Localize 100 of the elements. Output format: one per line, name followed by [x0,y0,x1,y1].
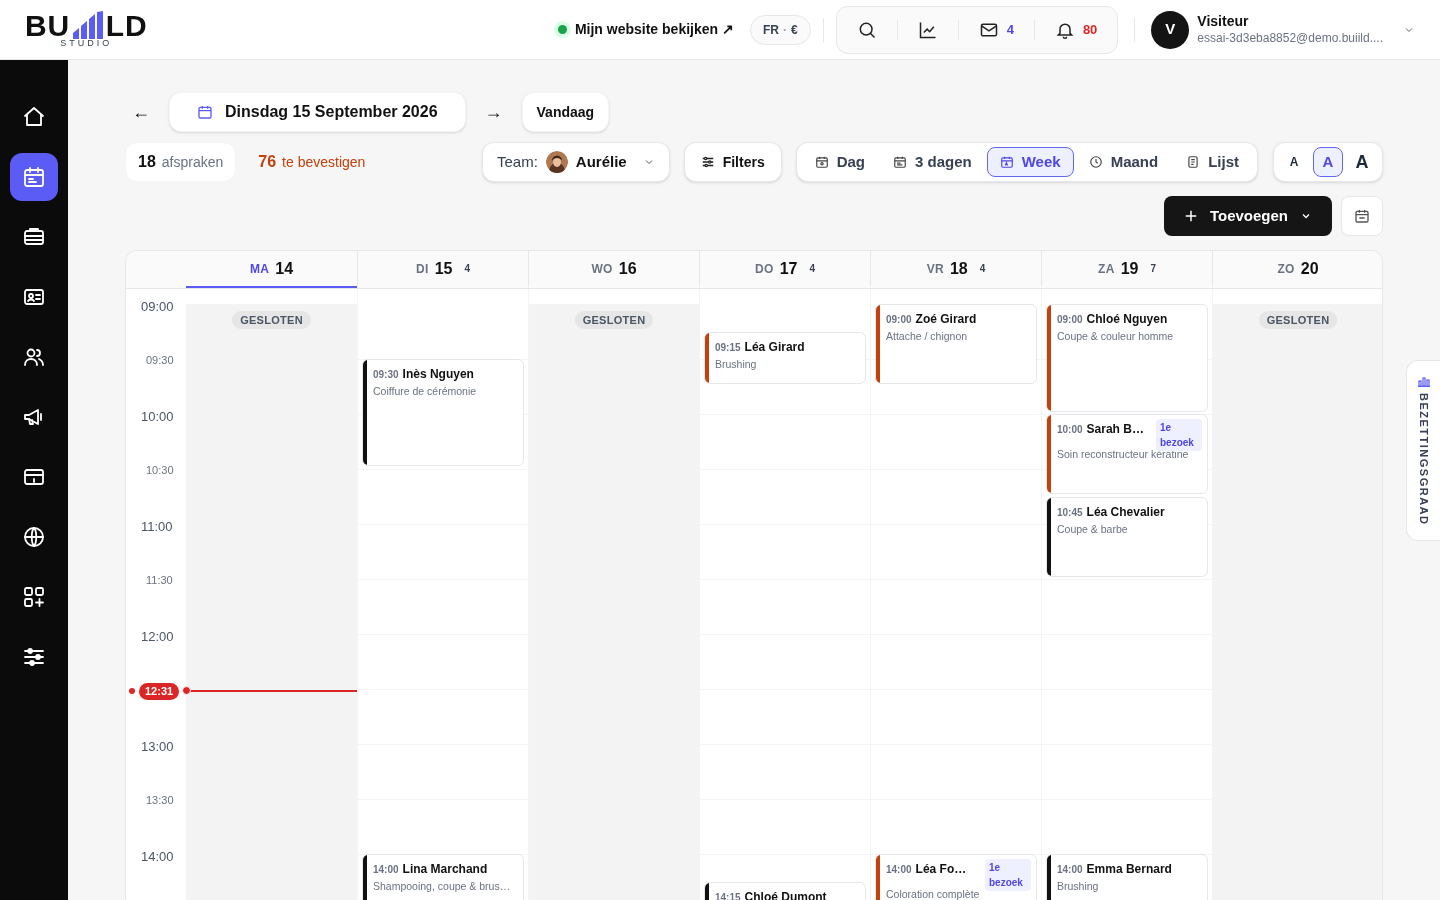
time-label: 10:30 [146,463,174,478]
service-name: Coloration complète [886,888,981,900]
service-name: Shampooing, coupe & brus… [373,880,512,893]
appointment-time: 14:15 [715,890,741,900]
client-name: Léa Fo… [915,861,967,878]
font-size-button[interactable]: A [1347,147,1377,177]
closed-tag: GESLOTEN [1258,311,1338,329]
calendar-icon [197,104,213,120]
locale-button[interactable]: FR · € [749,14,811,45]
apps-icon [22,585,46,609]
appointment-time: 14:00 [886,863,912,877]
team-dropdown[interactable]: Team: Aurélie [481,142,670,182]
website-link[interactable]: Mijn website bekijken ↗ [574,19,734,40]
notifications-button[interactable]: 80 [1046,19,1106,40]
home-icon [22,105,46,129]
appointments-count: 18 [138,152,156,172]
date-button[interactable]: Dinsdag 15 September 2026 [169,92,466,132]
view-tab[interactable]: Dag [801,147,879,177]
appointment-card[interactable]: 09:30 Inès Nguyen Coiffure de cérémonie [362,359,524,466]
service-name: Coiffure de cérémonie [373,385,478,398]
appointments-label: afspraken [161,152,224,172]
day-header[interactable]: VR 18 4 [870,251,1041,288]
filters-button[interactable]: Filters [683,142,782,182]
user-avatar[interactable]: V [1151,10,1190,49]
view-tab[interactable]: Week [986,147,1074,177]
day-header[interactable]: ZA 19 7 [1041,251,1212,288]
plus-icon [1183,209,1198,223]
day-header[interactable]: WO 16 [528,251,699,288]
time-label: 09:30 [146,353,174,368]
time-label: 14:00 [141,848,174,866]
service-name: Soin reconstructeur kératine [1057,448,1190,461]
bars-logo-icon [70,11,105,41]
time-label: 13:30 [146,793,174,808]
logo-text: LD [105,11,148,41]
appointment-card[interactable]: 09:00 Chloé Nguyen Coupe & couleur homme [1046,304,1208,412]
next-button[interactable]: → [479,98,508,126]
day-header[interactable]: DI 15 4 [357,251,528,288]
closed-tag: GESLOTEN [232,311,311,329]
sliders-icon [22,645,46,669]
client-name: Sarah B… [1086,421,1144,438]
appointment-time: 10:45 [1057,505,1083,520]
time-label: 12:00 [141,628,174,646]
appointment-card[interactable]: 14:00 Emma Bernard Brushing [1046,854,1208,900]
view-tab[interactable]: 3 dagen [880,147,985,177]
day-header[interactable]: ZO 20 [1212,251,1382,288]
view-tab[interactable]: Lijst [1173,147,1252,177]
day-header[interactable]: MA 14 [186,251,357,288]
pending-count: 76 [258,152,277,172]
appointment-card[interactable]: 14:00 Léa Fo… 1e bezoek Coloration complète [875,854,1037,900]
bar-chart-icon [1417,377,1430,387]
service-name: Brushing [715,357,758,371]
calendar-icon [22,165,46,189]
appointment-time: 09:30 [373,368,399,382]
logo-subtitle: STUDIO [60,39,113,48]
user-email: essai-3d3eba8852@demo.buiild.... [1197,30,1383,46]
client-name: Lina Marchand [402,861,488,878]
calendar-icon [893,155,908,169]
today-button[interactable]: Vandaag [521,92,610,132]
logo-text: BU [25,11,70,41]
appointment-time: 14:00 [1057,863,1083,877]
user-name: Visiteur [1197,13,1250,31]
sliders-icon [700,155,715,169]
appointment-time: 10:00 [1057,423,1083,437]
appointment-card[interactable]: 09:00 Zoé Girard Attache / chignon [875,304,1037,384]
client-name: Chloé Dumont [744,888,827,900]
appointment-time: 09:15 [715,340,741,355]
add-button[interactable]: Toevoegen [1163,196,1332,236]
globe-icon [22,525,46,549]
client-name: Léa Chevalier [1086,503,1165,521]
time-label: 11:00 [141,518,173,536]
current-time-tag: 12:31 [139,682,180,700]
time-label: 09:00 [141,298,174,316]
occupancy-tab[interactable]: BEZETTINGSGRAAD [1406,360,1440,541]
document-icon [1186,155,1201,169]
appointment-time: 14:00 [373,863,399,877]
clock-icon [1088,155,1103,169]
previous-button[interactable]: ← [127,98,155,126]
view-tab[interactable]: Maand [1075,147,1172,177]
appointment-card[interactable]: 10:45 Léa Chevalier Coupe & barbe [1046,496,1208,577]
client-name: Chloé Nguyen [1086,311,1168,328]
sidebar-item[interactable] [10,153,58,201]
service-name: Coupe & barbe [1057,522,1129,536]
calendar-icon [814,155,829,169]
mail-button[interactable]: 4 [970,19,1022,40]
first-visit-tag: 1e bezoek [985,859,1031,891]
calendar-icon [999,155,1014,169]
appointment-time: 09:00 [886,313,912,327]
font-size-button[interactable]: A [1313,147,1343,177]
font-size-button[interactable]: A [1279,147,1309,177]
time-label: 13:00 [141,738,174,756]
time-label: 10:00 [141,408,174,426]
service-name: Attache / chignon [886,330,969,343]
client-name: Léa Girard [744,338,805,356]
appointment-card[interactable]: 14:15 Chloé Dumont [704,881,866,900]
appointment-card[interactable]: 09:15 Léa Girard Brushing [704,331,866,384]
appointment-card[interactable]: 14:00 Lina Marchand Shampooing, coupe & brus… [362,854,524,900]
day-header[interactable]: DO 17 4 [699,251,870,288]
appointment-card[interactable]: 10:00 Sarah B… 1e bezoek Soin reconstructeur kératine [1046,414,1208,494]
pending-label: te bevestigen [282,152,366,172]
calendar-button[interactable] [1341,196,1383,236]
